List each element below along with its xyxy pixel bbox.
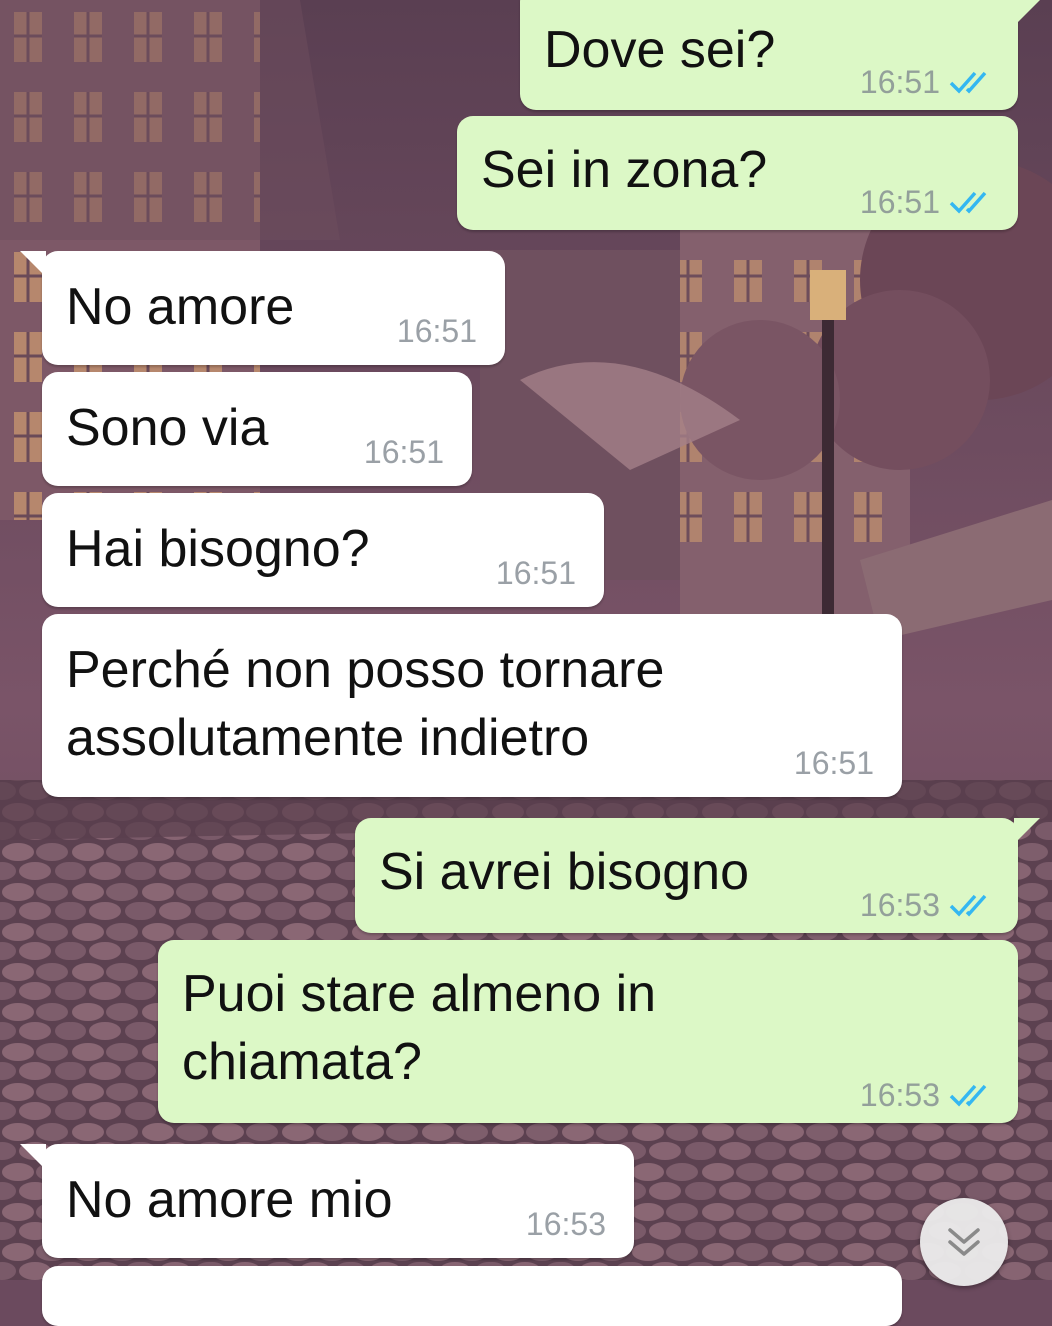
message-time: 16:53	[525, 1206, 606, 1242]
message-meta: 16:51	[860, 184, 994, 220]
message-meta: 16:53	[860, 887, 994, 923]
outgoing-message[interactable]: Puoi stare almeno in chiamata? 16:53	[158, 940, 1018, 1123]
message-time: 16:51	[363, 434, 444, 470]
scroll-to-bottom-button[interactable]	[920, 1198, 1008, 1286]
message-text: No amore	[66, 278, 295, 336]
read-double-tick-icon	[949, 894, 987, 917]
read-double-tick-icon	[949, 191, 987, 214]
message-text: Sei in zona?	[481, 141, 768, 199]
message-meta: 16:51	[860, 64, 994, 100]
double-chevron-down-icon	[948, 1228, 980, 1256]
incoming-message[interactable]: No amore 16:51	[20, 251, 505, 365]
message-text: Dove sei?	[544, 21, 776, 79]
incoming-message[interactable]	[42, 1266, 902, 1326]
message-meta: 16:51	[364, 434, 444, 470]
message-time: 16:51	[495, 555, 576, 591]
read-double-tick-icon	[949, 1084, 987, 1107]
outgoing-message[interactable]: Dove sei? 16:51	[520, 0, 1040, 110]
message-text: Si avrei bisogno	[379, 843, 749, 901]
message-time: 16:53	[859, 887, 940, 923]
outgoing-message[interactable]: Sei in zona? 16:51	[457, 116, 1018, 230]
message-text: Perché non posso tornare assolutamente i…	[66, 641, 665, 767]
outgoing-message[interactable]: Si avrei bisogno 16:53	[355, 818, 1040, 933]
message-meta: 16:53	[860, 1077, 994, 1113]
incoming-message[interactable]: Sono via 16:51	[42, 372, 472, 486]
message-text: Hai bisogno?	[66, 520, 370, 578]
incoming-message[interactable]: No amore mio 16:53	[20, 1144, 634, 1258]
message-time: 16:51	[793, 745, 874, 781]
chat-message-list[interactable]: Dove sei? 16:51 Sei in zona? 16:51 No am…	[0, 0, 1052, 1326]
bubble-tail	[1014, 0, 1040, 26]
bubble-tail	[20, 1144, 46, 1170]
message-time: 16:51	[396, 313, 477, 349]
bubble-tail	[1014, 818, 1040, 844]
message-time: 16:51	[859, 64, 940, 100]
message-time: 16:51	[859, 184, 940, 220]
message-meta: 16:53	[526, 1206, 606, 1242]
incoming-message[interactable]: Hai bisogno? 16:51	[42, 493, 604, 607]
message-meta: 16:51	[397, 313, 477, 349]
message-text: No amore mio	[66, 1171, 393, 1229]
message-meta: 16:51	[794, 745, 874, 781]
message-text: Sono via	[66, 399, 269, 457]
read-double-tick-icon	[949, 71, 987, 94]
incoming-message[interactable]: Perché non posso tornare assolutamente i…	[42, 614, 902, 797]
message-meta: 16:51	[496, 555, 576, 591]
message-text: Puoi stare almeno in chiamata?	[182, 965, 657, 1091]
message-time: 16:53	[859, 1077, 940, 1113]
bubble-tail	[20, 251, 46, 277]
